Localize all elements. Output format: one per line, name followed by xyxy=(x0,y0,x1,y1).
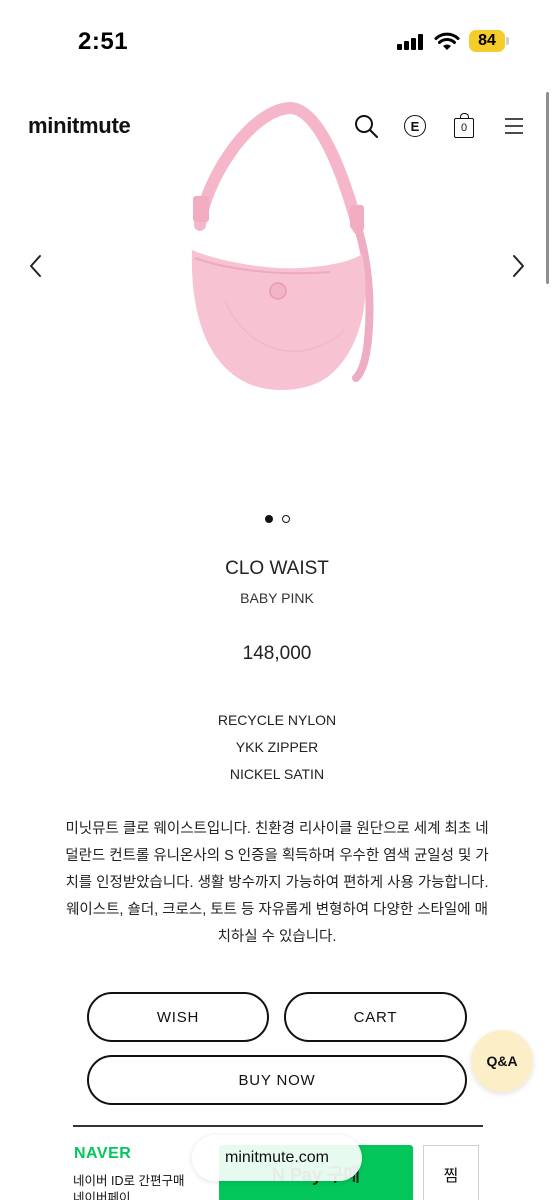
battery-indicator: 84 xyxy=(469,30,505,52)
product-name: CLO WAIST xyxy=(225,558,329,579)
product-color: BABY PINK xyxy=(240,590,314,606)
description-line: 덜란드 컨트롤 유니온사의 S 인증을 획득하며 우수한 염색 균일성 및 가 xyxy=(65,848,489,864)
cellular-signal-icon xyxy=(397,34,423,50)
description-line: 웨이스트, 숄더, 크로스, 토트 등 자유롭게 변형하여 다양한 스타일에 매 xyxy=(66,902,488,918)
naver-logo: NAVER xyxy=(74,1145,132,1162)
pagination-dot-1[interactable] xyxy=(264,515,273,523)
description-line: 치하실 수 있습니다. xyxy=(217,929,337,945)
browser-url-bar[interactable]: minitmute.com xyxy=(192,1135,362,1181)
description-line: 미닛뮤트 클로 웨이스트입니다. 친환경 리사이클 원단으로 세계 최초 네 xyxy=(65,821,489,837)
buy-now-button[interactable]: BUY NOW xyxy=(87,1055,467,1105)
chevron-right-icon[interactable] xyxy=(506,252,530,280)
feature-item: YKK ZIPPER xyxy=(235,739,319,755)
product-gallery[interactable] xyxy=(0,96,554,496)
feature-item: NICKEL SATIN xyxy=(229,766,325,782)
product-description: 미닛뮤트 클로 웨이스트입니다. 친환경 리사이클 원단으로 세계 최초 네 덜… xyxy=(50,816,504,951)
description-line: 치를 인정받았습니다. 생활 방수까지 가능하여 편하게 사용 가능합니다. xyxy=(65,875,489,891)
feature-item: RECYCLE NYLON xyxy=(217,712,337,728)
wifi-icon xyxy=(434,32,460,50)
status-time: 2:51 xyxy=(78,28,129,55)
pagination-dot-2[interactable] xyxy=(281,515,290,523)
battery-tip xyxy=(506,37,509,45)
chevron-left-icon[interactable] xyxy=(24,252,48,280)
status-bar: 2:51 84 xyxy=(0,0,554,84)
naver-pay-label: 네이버페이 xyxy=(73,1191,131,1200)
qa-button[interactable]: Q&A xyxy=(471,1030,533,1092)
product-image[interactable] xyxy=(0,96,554,496)
cart-button[interactable]: CART xyxy=(284,992,467,1042)
gallery-pagination xyxy=(0,515,554,523)
wish-button[interactable]: WISH xyxy=(87,992,269,1042)
product-price: 148,000 xyxy=(242,643,312,664)
zzim-button[interactable]: 찜 xyxy=(423,1145,479,1200)
